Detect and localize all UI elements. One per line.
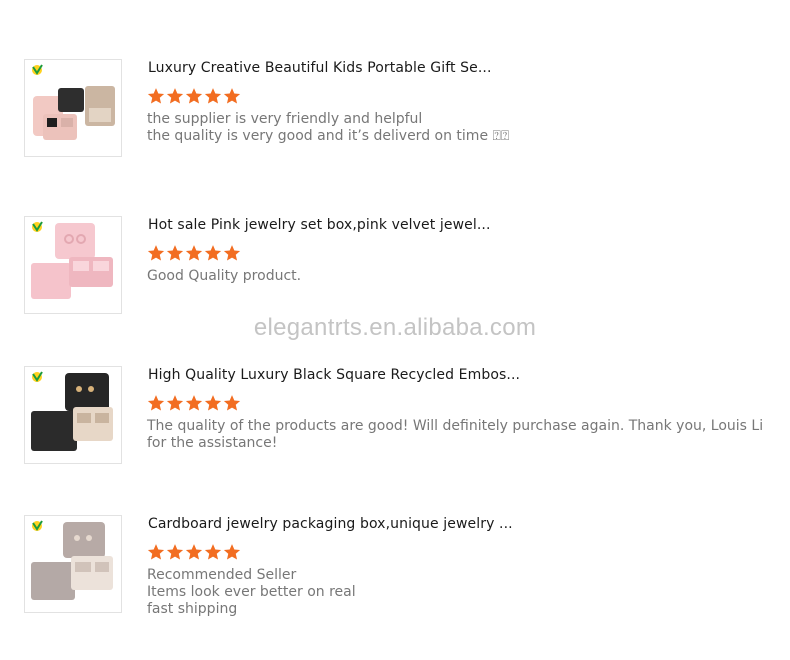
star-rating — [147, 244, 241, 262]
star-icon — [147, 88, 165, 104]
star-icon — [147, 245, 165, 261]
product-thumbnail[interactable] — [24, 366, 122, 464]
star-icon — [166, 245, 184, 261]
star-icon — [185, 395, 203, 411]
comment-line: The quality of the products are good! Wi… — [147, 418, 764, 434]
comment-line: the quality is very good and it’s delive… — [147, 128, 510, 144]
star-icon — [204, 245, 222, 261]
star-rating — [147, 394, 241, 412]
review-comment: Recommended Seller Items look ever bette… — [147, 567, 356, 618]
product-thumbnail[interactable] — [24, 216, 122, 314]
star-icon — [185, 544, 203, 560]
comment-line: Recommended Seller — [147, 567, 297, 583]
star-icon — [204, 88, 222, 104]
product-thumbnail[interactable] — [24, 515, 122, 613]
product-thumbnail[interactable] — [24, 59, 122, 157]
star-icon — [204, 544, 222, 560]
star-icon — [223, 88, 241, 104]
star-icon — [185, 245, 203, 261]
star-icon — [166, 88, 184, 104]
star-icon — [223, 395, 241, 411]
product-title-link[interactable]: Luxury Creative Beautiful Kids Portable … — [148, 60, 492, 76]
review-comment: The quality of the products are good! Wi… — [147, 418, 763, 452]
product-title-link[interactable]: High Quality Luxury Black Square Recycle… — [148, 367, 520, 383]
review-comment: the supplier is very friendly and helpfu… — [147, 111, 509, 145]
star-rating — [147, 543, 241, 561]
star-icon — [185, 88, 203, 104]
comment-line: Items look ever better on real — [147, 584, 356, 600]
star-icon — [166, 544, 184, 560]
star-icon — [223, 544, 241, 560]
comment-line: the supplier is very friendly and helpfu… — [147, 111, 423, 127]
comment-line: fast shipping — [147, 601, 238, 617]
star-icon — [223, 245, 241, 261]
product-title-link[interactable]: Cardboard jewelry packaging box,unique j… — [148, 516, 513, 532]
star-icon — [204, 395, 222, 411]
comment-line: for the assistance! — [147, 435, 278, 451]
review-comment: Good Quality product. — [147, 268, 301, 285]
product-title-link[interactable]: Hot sale Pink jewelry set box,pink velve… — [148, 217, 491, 233]
star-icon — [147, 395, 165, 411]
star-icon — [147, 544, 165, 560]
star-rating — [147, 87, 241, 105]
watermark: elegantrts.en.alibaba.com — [253, 314, 537, 341]
comment-line: Good Quality product. — [147, 268, 302, 284]
star-icon — [166, 395, 184, 411]
